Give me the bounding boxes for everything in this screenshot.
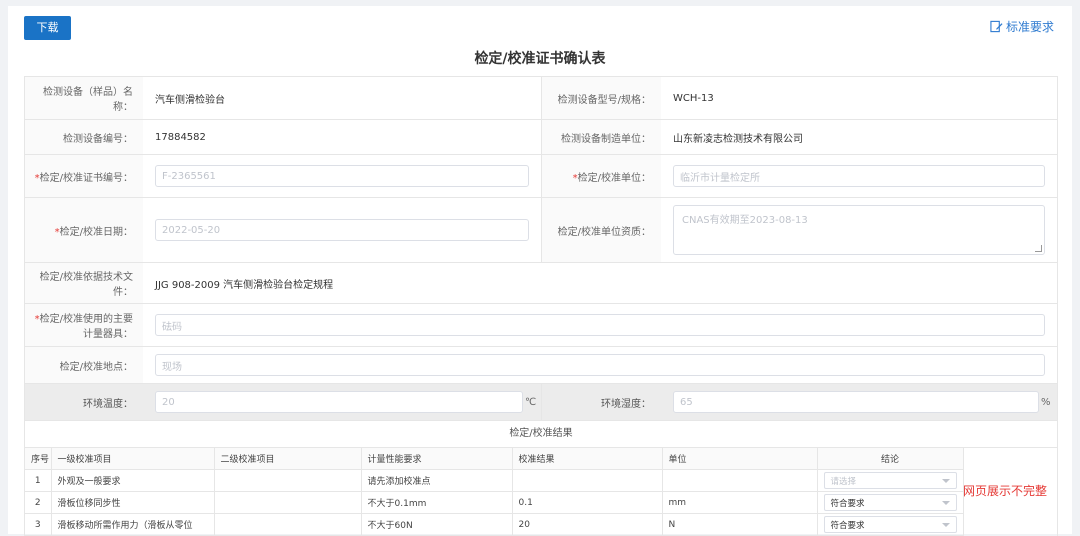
row-item1: 滑板位移同步性 <box>51 491 215 514</box>
row-no: 3 <box>25 513 52 536</box>
device-model-label: 检测设备型号/规格： <box>541 77 661 119</box>
instrument-label-text: 检定/校准使用的主要计量器具： <box>39 314 133 340</box>
row-conclusion: 请选择 <box>817 469 964 492</box>
device-no-label: 检测设备编号： <box>25 120 143 154</box>
manufacturer-value: 山东新凌志检测技术有限公司 <box>673 133 803 145</box>
table-row: 2 滑板位移同步性 不大于0.1mm 0.1 mm 符合要求 <box>25 491 964 514</box>
basis-value: JJG 908-2009 汽车侧滑检验台检定规程 <box>155 279 334 291</box>
location-label: 检定/校准地点： <box>25 347 143 383</box>
calib-qual-label: 检定/校准单位资质： <box>541 198 661 262</box>
row-item1: 外观及一般要求 <box>51 469 215 492</box>
row-result: 0.1 <box>512 491 663 514</box>
device-no-value: 17884582 <box>155 131 206 143</box>
cert-no-label-text: 检定/校准证书编号： <box>39 172 133 184</box>
form-row-basis: 检定/校准依据技术文件： JJG 908-2009 汽车侧滑检验台检定规程 <box>25 263 1057 304</box>
conclusion-select[interactable]: 符合要求 <box>823 516 957 533</box>
standard-requirement-link[interactable]: 标准要求 <box>990 18 1054 35</box>
instrument-label: *检定/校准使用的主要计量器具： <box>25 304 143 346</box>
row-unit: N <box>662 513 818 536</box>
calib-unit-input[interactable]: 临沂市计量检定所 <box>673 165 1045 187</box>
standard-link-label: 标准要求 <box>1005 20 1054 34</box>
manufacturer-label: 检测设备制造单位： <box>541 120 661 154</box>
device-name-label: 检测设备（样品）名称： <box>25 77 143 119</box>
page-container: 下载 标准要求 检定/校准证书确认表 检测设备（样品）名称： 汽车侧滑检验台 检… <box>8 6 1072 536</box>
temperature-unit: ℃ <box>525 396 537 408</box>
row-requirement: 不大于60N <box>361 513 513 536</box>
form-row-instrument: *检定/校准使用的主要计量器具： 砝码 <box>25 304 1057 347</box>
chevron-down-icon <box>941 500 950 505</box>
confirmation-form: 检测设备（样品）名称： 汽车侧滑检验台 检测设备型号/规格： WCH-13 检测… <box>24 76 1058 536</box>
humidity-unit: % <box>1041 396 1051 408</box>
header-conclusion: 结论 <box>817 448 964 470</box>
conclusion-select-value: 符合要求 <box>830 498 865 509</box>
temperature-label: 环境温度： <box>25 384 143 420</box>
form-row-date: *检定/校准日期： 2022-05-20 检定/校准单位资质： CNAS有效期至… <box>25 198 1057 263</box>
row-unit <box>662 469 818 492</box>
results-section-title: 检定/校准结果 <box>25 421 1057 448</box>
row-no: 1 <box>25 469 52 492</box>
basis-label: 检定/校准依据技术文件： <box>25 263 143 303</box>
calib-qual-text: CNAS有效期至2023-08-13 <box>682 215 808 226</box>
row-requirement: 不大于0.1mm <box>361 491 513 514</box>
header-item2: 二级校准项目 <box>214 448 362 470</box>
device-model-value: WCH-13 <box>673 92 714 104</box>
instrument-input[interactable]: 砝码 <box>155 314 1045 336</box>
chevron-down-icon <box>941 478 950 483</box>
row-requirement: 请先添加校准点 <box>361 469 513 492</box>
header-result: 校准结果 <box>512 448 663 470</box>
row-conclusion: 符合要求 <box>817 513 964 536</box>
table-row: 3 滑板移动所需作用力（滑板从零位 不大于60N 20 N 符合要求 <box>25 513 964 536</box>
incomplete-display-notice: 网页展示不完整 <box>963 484 1048 498</box>
cert-no-label: *检定/校准证书编号： <box>25 155 143 197</box>
row-item2 <box>214 469 362 492</box>
row-result <box>512 469 663 492</box>
header-no: 序号 <box>25 448 52 470</box>
download-button[interactable]: 下载 <box>24 16 71 40</box>
row-conclusion: 符合要求 <box>817 491 964 514</box>
header-item1: 一级校准项目 <box>51 448 215 470</box>
conclusion-select-value: 请选择 <box>830 476 857 487</box>
location-input[interactable]: 现场 <box>155 354 1045 376</box>
header-unit: 单位 <box>662 448 818 470</box>
conclusion-select[interactable]: 符合要求 <box>823 494 957 511</box>
header-requirement: 计量性能要求 <box>361 448 513 470</box>
form-row-device: 检测设备（样品）名称： 汽车侧滑检验台 检测设备型号/规格： WCH-13 <box>25 77 1057 120</box>
results-header-row: 序号 一级校准项目 二级校准项目 计量性能要求 校准结果 单位 结论 <box>25 448 964 470</box>
conclusion-select[interactable]: 请选择 <box>823 472 957 489</box>
row-item2 <box>214 513 362 536</box>
cert-no-input[interactable]: F-2365561 <box>155 165 529 187</box>
calib-date-label-text: 检定/校准日期： <box>59 226 133 238</box>
humidity-label: 环境湿度： <box>541 384 661 420</box>
row-item1: 滑板移动所需作用力（滑板从零位 <box>51 513 215 536</box>
calib-unit-label: *检定/校准单位： <box>541 155 661 197</box>
row-no: 2 <box>25 491 52 514</box>
temperature-input[interactable]: 20 <box>155 391 523 413</box>
chevron-down-icon <box>941 522 950 527</box>
row-unit: mm <box>662 491 818 514</box>
page-title: 检定/校准证书确认表 <box>474 51 606 67</box>
form-row-location: 检定/校准地点： 现场 <box>25 347 1057 384</box>
device-name-value: 汽车侧滑检验台 <box>155 94 225 106</box>
row-result: 20 <box>512 513 663 536</box>
form-row-environment: 环境温度： 20 ℃ 环境湿度： 65% <box>25 384 1057 421</box>
humidity-input[interactable]: 65 <box>673 391 1039 413</box>
edit-document-icon <box>990 20 1003 33</box>
calib-unit-label-text: 检定/校准单位： <box>577 172 651 184</box>
resize-handle[interactable] <box>1035 245 1042 252</box>
calib-date-input[interactable]: 2022-05-20 <box>155 219 529 241</box>
results-table: 序号 一级校准项目 二级校准项目 计量性能要求 校准结果 单位 结论 1 外观及… <box>25 448 964 536</box>
form-row-cert: *检定/校准证书编号： F-2365561 *检定/校准单位： 临沂市计量检定所 <box>25 155 1057 198</box>
calib-date-label: *检定/校准日期： <box>25 198 143 262</box>
form-row-number: 检测设备编号： 17884582 检测设备制造单位： 山东新凌志检测技术有限公司 <box>25 120 1057 155</box>
conclusion-select-value: 符合要求 <box>830 520 865 531</box>
calib-qual-textarea[interactable]: CNAS有效期至2023-08-13 <box>673 205 1045 255</box>
row-item2 <box>214 491 362 514</box>
table-row: 1 外观及一般要求 请先添加校准点 请选择 <box>25 469 964 492</box>
